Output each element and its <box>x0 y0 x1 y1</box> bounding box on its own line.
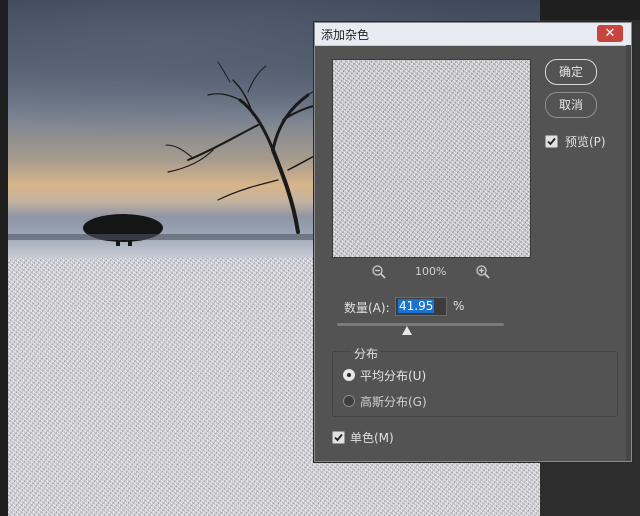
filter-preview[interactable] <box>332 59 531 258</box>
zoom-out-icon[interactable] <box>371 264 387 280</box>
check-icon <box>547 137 556 146</box>
monochrome-checkbox[interactable] <box>332 431 345 444</box>
zoom-level: 100% <box>415 265 447 278</box>
dialog-title: 添加杂色 <box>321 28 370 42</box>
uniform-radio[interactable] <box>343 369 355 381</box>
add-noise-dialog: 添加杂色 ✕ 确定 取消 预览(P) 100% 数量(A): 41.95 % 分… <box>314 22 632 462</box>
amount-slider-track[interactable] <box>337 323 504 326</box>
gaussian-radio-label[interactable]: 高斯分布(G) <box>360 393 427 410</box>
dialog-title-bar[interactable]: 添加杂色 ✕ <box>315 23 631 46</box>
check-icon <box>334 433 343 442</box>
preview-label[interactable]: 预览(P) <box>565 133 606 150</box>
ok-button[interactable]: 确定 <box>545 59 597 85</box>
close-icon: ✕ <box>604 26 616 41</box>
uniform-radio-label[interactable]: 平均分布(U) <box>360 367 426 384</box>
amount-slider-thumb[interactable] <box>402 326 413 335</box>
zoom-in-icon[interactable] <box>475 264 491 280</box>
cancel-button[interactable]: 取消 <box>545 92 597 118</box>
distribution-title: 分布 <box>351 345 382 362</box>
monochrome-label[interactable]: 单色(M) <box>350 429 394 446</box>
canvas-left-strip <box>0 0 8 516</box>
amount-label: 数量(A): <box>344 301 390 315</box>
close-button[interactable]: ✕ <box>597 25 623 42</box>
dialog-scrollbar[interactable] <box>626 45 631 461</box>
amount-value: 41.95 <box>398 299 435 313</box>
amount-input[interactable]: 41.95 <box>395 297 447 316</box>
right-panel-top-edge <box>540 0 640 20</box>
gaussian-radio[interactable] <box>343 395 355 407</box>
amount-unit: % <box>453 299 465 313</box>
preview-checkbox[interactable] <box>545 135 558 148</box>
